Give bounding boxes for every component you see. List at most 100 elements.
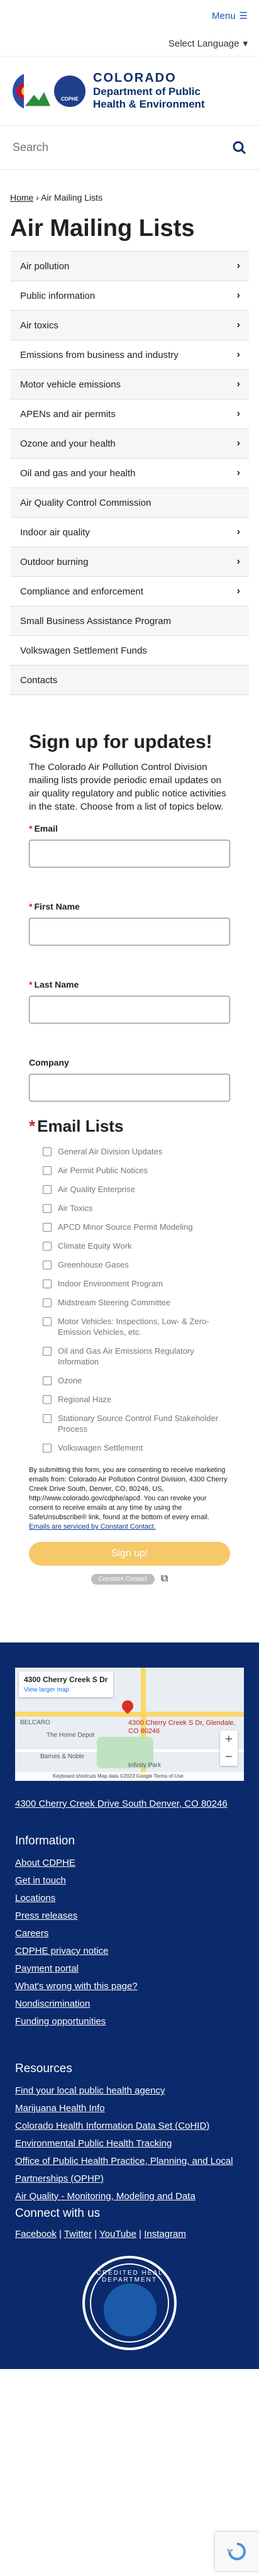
email-list-option[interactable]: Indoor Environment Program	[43, 1278, 230, 1289]
social-link[interactable]: Instagram	[144, 2229, 186, 2239]
signup-form: Sign up for updates! The Colorado Air Po…	[29, 732, 230, 1585]
footer-link[interactable]: Funding opportunities	[15, 2013, 244, 2031]
colorado-logo[interactable]	[13, 72, 50, 110]
search-icon[interactable]	[233, 141, 246, 155]
footer-link[interactable]: About CDPHE	[15, 1854, 244, 1872]
company-field[interactable]	[29, 1074, 230, 1101]
nav-item[interactable]: Emissions from business and industry ›	[10, 340, 249, 370]
breadcrumb: Home › Air Mailing Lists	[0, 170, 259, 209]
checkbox[interactable]	[43, 1261, 52, 1269]
email-list-option[interactable]: Air Quality Enterprise	[43, 1184, 230, 1195]
email-list-option[interactable]: Stationary Source Control Fund Stakehold…	[43, 1413, 230, 1434]
language-label: Select Language	[168, 38, 240, 49]
nav-item[interactable]: Motor vehicle emissions ›	[10, 370, 249, 399]
checkbox[interactable]	[43, 1204, 52, 1213]
footer-link[interactable]: Air Quality - Monitoring, Modeling and D…	[15, 2188, 244, 2205]
search-input[interactable]	[13, 141, 201, 154]
checkbox[interactable]	[43, 1280, 52, 1288]
email-list-option[interactable]: Greenhouse Gases	[43, 1259, 230, 1270]
first-name-group: * First Name	[29, 901, 230, 945]
nav-item[interactable]: Public information ›	[10, 281, 249, 311]
nav-item[interactable]: Volkswagen Settlement Funds	[10, 636, 249, 666]
nav-item[interactable]: Air Quality Control Commission	[10, 488, 249, 518]
first-name-label: First Name	[34, 901, 80, 912]
footer-link[interactable]: Press releases	[15, 1907, 244, 1925]
footer-link[interactable]: Payment portal	[15, 1960, 244, 1978]
footer-link[interactable]: Careers	[15, 1925, 244, 1943]
nav-item[interactable]: Outdoor burning ›	[10, 547, 249, 577]
footer-address[interactable]: 4300 Cherry Creek Drive South Denver, CO…	[15, 1797, 244, 1810]
checkbox[interactable]	[43, 1166, 52, 1175]
footer-link[interactable]: Environmental Public Health Tracking	[15, 2135, 244, 2153]
brand-name[interactable]: COLORADO Department of Public Health & E…	[93, 71, 205, 111]
email-list-option[interactable]: Oil and Gas Air Emissions Regulatory Inf…	[43, 1346, 230, 1367]
footer-link[interactable]: Office of Public Health Practice, Planni…	[15, 2153, 244, 2188]
email-list-option[interactable]: Air Permit Public Notices	[43, 1165, 230, 1176]
signup-lead: The Colorado Air Pollution Control Divis…	[29, 762, 226, 812]
footer-link[interactable]: What's wrong with this page?	[15, 1978, 244, 1995]
checkbox[interactable]	[43, 1376, 52, 1385]
breadcrumb-home[interactable]: Home	[10, 192, 33, 203]
email-list-option[interactable]: Regional Haze	[43, 1394, 230, 1405]
nav-item[interactable]: Indoor air quality ›	[10, 518, 249, 547]
nav-item[interactable]: Air toxics ›	[10, 311, 249, 340]
email-list-option[interactable]: Climate Equity Work	[43, 1241, 230, 1251]
map-zoom-controls[interactable]: + −	[220, 1731, 238, 1766]
external-link-icon[interactable]: ⧉	[161, 1573, 168, 1585]
last-name-field[interactable]	[29, 996, 230, 1023]
checkbox[interactable]	[43, 1147, 52, 1156]
checkbox[interactable]	[43, 1444, 52, 1452]
email-list-option[interactable]: Motor Vehicles: Inspections, Low- & Zero…	[43, 1316, 230, 1337]
email-list-label: Midstream Steering Committee	[58, 1298, 171, 1307]
nav-item-label: Compliance and enforcement	[20, 586, 143, 597]
email-list-option[interactable]: General Air Division Updates	[43, 1146, 230, 1157]
nav-item[interactable]: APENs and air permits ›	[10, 399, 249, 429]
menu-button[interactable]: Menu ☰	[212, 10, 248, 22]
email-list-option[interactable]: Ozone	[43, 1375, 230, 1386]
language-select[interactable]: Select Language ▾	[168, 38, 248, 50]
checkbox[interactable]	[43, 1347, 52, 1356]
email-list-option[interactable]: Air Toxics	[43, 1203, 230, 1213]
social-link[interactable]: Facebook	[15, 2229, 57, 2239]
email-list-option[interactable]: Midstream Steering Committee	[43, 1297, 230, 1308]
accreditation-seal: ACCREDITED HEALTH DEPARTMENT	[82, 2256, 177, 2350]
company-group: Company	[29, 1057, 230, 1101]
social-link[interactable]: YouTube	[99, 2229, 136, 2239]
footer-link[interactable]: Colorado Health Information Data Set (Co…	[15, 2117, 244, 2135]
footer-link[interactable]: CDPHE privacy notice	[15, 1943, 244, 1960]
map-label-belcaro: BELCARO	[20, 1719, 50, 1726]
checkbox[interactable]	[43, 1298, 52, 1307]
checkbox[interactable]	[43, 1242, 52, 1251]
checkbox[interactable]	[43, 1414, 52, 1423]
constant-contact-link[interactable]: Emails are serviced by Constant Contact.	[29, 1523, 156, 1531]
location-map[interactable]: 4300 Cherry Creek S Dr, Glendale, CO 802…	[15, 1668, 244, 1781]
email-field[interactable]	[29, 840, 230, 867]
footer-link[interactable]: Find your local public health agency	[15, 2082, 244, 2100]
nav-item[interactable]: Ozone and your health ›	[10, 429, 249, 459]
nav-item[interactable]: Compliance and enforcement ›	[10, 577, 249, 606]
map-label-infinity: Infinity Park	[128, 1762, 162, 1769]
email-list-option[interactable]: APCD Minor Source Permit Modeling	[43, 1222, 230, 1232]
checkbox[interactable]	[43, 1185, 52, 1194]
view-larger-map-link[interactable]: View larger map	[24, 1687, 108, 1693]
footer-link[interactable]: Marijuana Health Info	[15, 2100, 244, 2117]
signup-button[interactable]: Sign up!	[29, 1542, 230, 1566]
checkbox[interactable]	[43, 1395, 52, 1404]
social-link[interactable]: Twitter	[64, 2229, 92, 2239]
footer-link[interactable]: Nondiscrimination	[15, 1995, 244, 2013]
nav-item[interactable]: Small Business Assistance Program	[10, 606, 249, 636]
constant-contact-logo[interactable]: Constant Contact	[91, 1573, 155, 1585]
footer-link[interactable]: Get in touch	[15, 1872, 244, 1890]
nav-item[interactable]: Contacts	[10, 666, 249, 695]
checkbox[interactable]	[43, 1317, 52, 1326]
email-list-label: Motor Vehicles: Inspections, Low- & Zero…	[58, 1317, 209, 1337]
top-bar: Menu ☰ Select Language ▾	[0, 0, 259, 57]
first-name-field[interactable]	[29, 918, 230, 945]
email-list-option[interactable]: Volkswagen Settlement	[43, 1442, 230, 1453]
recaptcha-badge[interactable]	[215, 2532, 259, 2571]
nav-item[interactable]: Air pollution ›	[10, 252, 249, 281]
search-bar	[0, 126, 259, 170]
checkbox[interactable]	[43, 1223, 52, 1232]
footer-link[interactable]: Locations	[15, 1890, 244, 1907]
nav-item[interactable]: Oil and gas and your health ›	[10, 459, 249, 488]
